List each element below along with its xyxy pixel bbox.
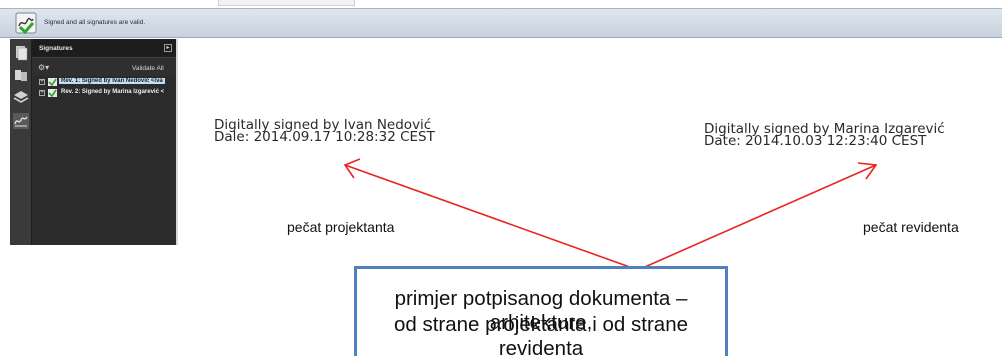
callout-line-2: od strane projektanta i od strane revide… bbox=[393, 313, 689, 356]
arrow-line-right bbox=[637, 164, 877, 271]
callout-box: primjer potpisanog dokumenta – arhitektu… bbox=[354, 266, 728, 356]
arrow-line-left bbox=[344, 164, 639, 271]
